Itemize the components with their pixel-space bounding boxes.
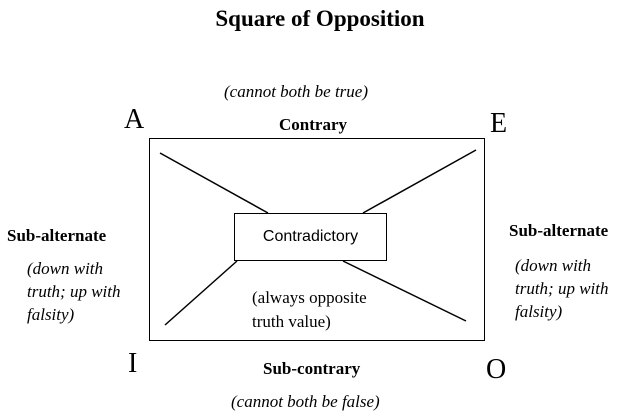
subcontrary-label: Sub-contrary: [263, 359, 361, 378]
diagonal-a-upper: [159, 152, 269, 214]
left-note-line-1: (down with: [27, 259, 104, 278]
contradictory-note-line-2: truth value): [252, 312, 331, 331]
contradictory-note-line-1: (always opposite: [252, 288, 367, 307]
left-note-line-3: falsity): [27, 305, 75, 324]
diagonal-e-upper: [362, 149, 477, 214]
right-subalternate-label: Sub-alternate: [509, 221, 609, 240]
diagonal-lines: [159, 149, 477, 326]
left-subalternate-label: Sub-alternate: [7, 226, 107, 245]
contradictory-label: Contradictory: [262, 228, 359, 245]
right-note-line-3: falsity): [515, 302, 563, 321]
left-note-line-2: truth; up with: [27, 282, 121, 301]
right-note-line-2: truth; up with: [515, 279, 609, 298]
diagonal-i-lower: [164, 260, 238, 326]
square-of-opposition-diagram: Square of Opposition (cannot both be tru…: [0, 0, 640, 416]
right-subalternate-note: (down with truth; up with falsity): [515, 254, 609, 323]
contradictory-box: Contradictory: [234, 213, 387, 261]
contradictory-note: (always opposite truth value): [252, 286, 367, 334]
right-note-line-1: (down with: [515, 256, 592, 275]
left-subalternate-note: (down with truth; up with falsity): [27, 257, 121, 326]
subcontrary-note: (cannot both be false): [231, 392, 380, 411]
